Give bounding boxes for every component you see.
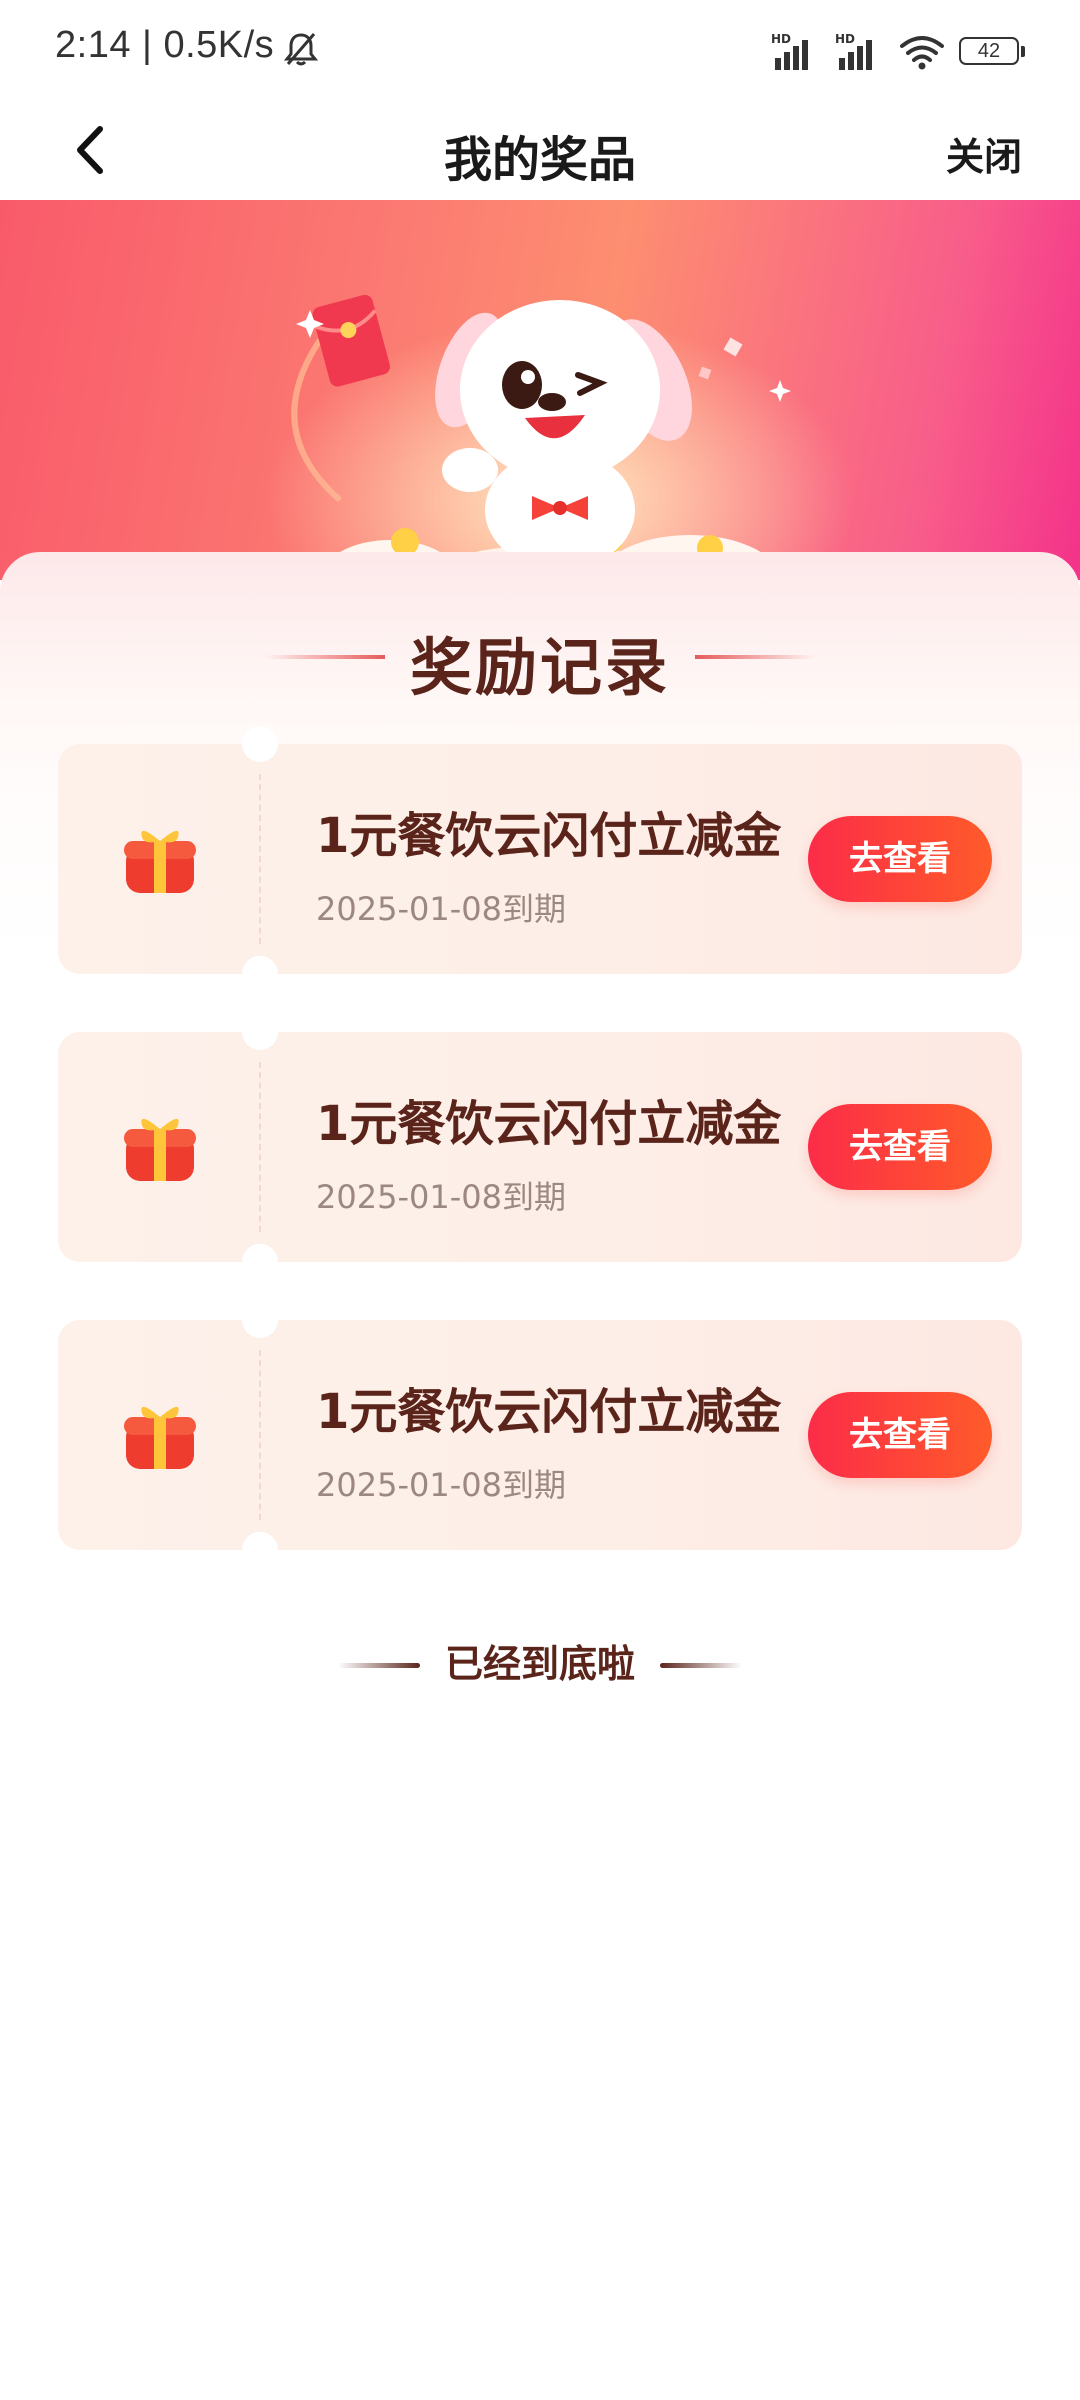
status-icons: HD HD 42 [771,32,1025,72]
coupon-expiry: 2025-01-08到期 [316,890,566,928]
battery-level: 42 [977,39,1001,62]
bell-muted-icon [283,33,319,66]
page-title: 我的奖品 [443,132,636,188]
signal-icon: HD [771,32,821,70]
close-button[interactable]: 关闭 [946,126,1022,181]
gift-box-icon [124,1118,196,1181]
section-title: 奖励记录 [409,631,670,704]
gift-box-icon [124,830,196,893]
end-divider-right [660,1663,742,1668]
end-divider-left [338,1663,420,1668]
coupon-name: 1元餐饮云闪付立减金 [316,1384,782,1440]
status-bar: 2:14 | 0.5K/s HD HD 42 [0,0,1080,100]
coupon-name: 1元餐饮云闪付立减金 [316,808,782,864]
status-time: 2:14 | 0.5K/s [55,24,275,66]
view-coupon-button[interactable]: 去查看 [808,1392,992,1478]
view-coupon-button[interactable]: 去查看 [808,1104,992,1190]
title-divider-right [695,655,815,659]
signal-icon: HD [835,32,885,70]
wifi-icon [900,36,944,70]
reward-records-panel: 奖励记录 1元餐饮云闪付立减金 2025-01-08到期 去查看 1元餐饮云闪付… [0,552,1080,2400]
coupon-expiry: 2025-01-08到期 [316,1466,566,1504]
battery-icon: 42 [959,37,1025,67]
end-of-list: 已经到底啦 [0,1634,1080,1694]
section-header: 奖励记录 [0,617,1080,704]
title-divider-left [265,655,385,659]
mascot-illustration [291,294,791,580]
end-of-list-text: 已经到底啦 [444,1642,635,1686]
coupon-card: 1元餐饮云闪付立减金 2025-01-08到期 去查看 [58,1302,1022,1568]
coupon-card: 1元餐饮云闪付立减金 2025-01-08到期 去查看 [58,1014,1022,1280]
view-coupon-button[interactable]: 去查看 [808,816,992,902]
hero-banner [0,200,1080,580]
nav-bar: 我的奖品 关闭 [0,100,1080,200]
coupon-expiry: 2025-01-08到期 [316,1178,566,1216]
coupon-name: 1元餐饮云闪付立减金 [316,1096,782,1152]
coupon-card: 1元餐饮云闪付立减金 2025-01-08到期 去查看 [58,726,1022,992]
gift-box-icon [124,1406,196,1469]
